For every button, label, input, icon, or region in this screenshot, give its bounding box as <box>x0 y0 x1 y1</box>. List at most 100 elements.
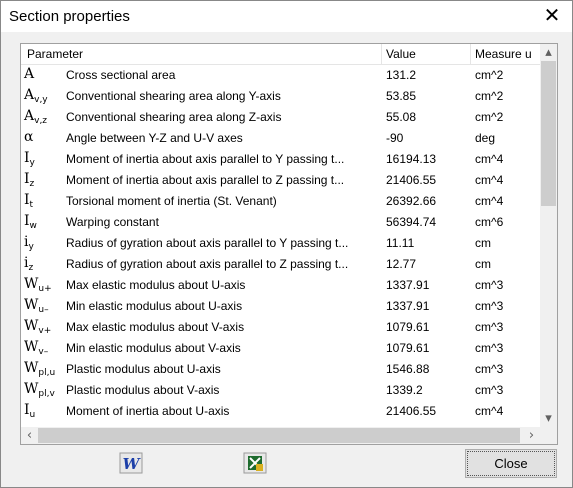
parameter-value: 131.2 <box>386 68 417 82</box>
table-row[interactable]: Iz Moment of inertia about axis parallel … <box>21 170 540 191</box>
parameter-description: Conventional shearing area along Z-axis <box>66 110 282 124</box>
parameter-symbol: Av,z <box>24 108 48 126</box>
parameter-symbol: Iz <box>24 171 35 189</box>
table-row[interactable]: α Angle between Y-Z and U-V axes -90 deg <box>21 128 540 149</box>
parameter-description: Warping constant <box>66 215 159 229</box>
parameter-description: Min elastic modulus about V-axis <box>66 341 241 355</box>
measure-unit: cm^2 <box>475 89 504 103</box>
parameter-value: 56394.74 <box>386 215 437 229</box>
measure-unit: cm^4 <box>475 152 504 166</box>
parameter-symbol: Av,y <box>24 87 48 105</box>
parameter-description: Angle between Y-Z and U-V axes <box>66 131 243 145</box>
measure-unit: cm^3 <box>475 320 504 334</box>
table-body: A Cross sectional area 131.2 cm^2 Av,y Conven… <box>21 65 540 427</box>
parameter-symbol: Wv+ <box>24 318 52 336</box>
parameter-symbol: Wu– <box>24 297 49 315</box>
parameter-value: 53.85 <box>386 89 417 103</box>
parameter-value: 16194.13 <box>386 152 437 166</box>
parameter-symbol: α <box>24 129 34 145</box>
table-row[interactable]: Wpl,u Plastic modulus about U-axis 1546.88… <box>21 359 540 380</box>
vertical-scrollbar[interactable]: ▴ ▾ <box>540 44 557 427</box>
measure-unit: cm^4 <box>475 194 504 208</box>
parameter-symbol: It <box>24 192 34 210</box>
table-header: Parameter Value Measure u <box>21 44 540 65</box>
measure-unit: cm^6 <box>475 215 504 229</box>
table-row[interactable]: Wv– Min elastic modulus about V-axis 1079.… <box>21 338 540 359</box>
table-row[interactable]: Wu+ Max elastic modulus about U-axis 1337.… <box>21 275 540 296</box>
window-title: Section properties <box>9 8 130 25</box>
measure-unit: cm^4 <box>475 173 504 187</box>
table-row[interactable]: Wv+ Max elastic modulus about V-axis 1079.… <box>21 317 540 338</box>
table-row[interactable]: Wpl,v Plastic modulus about V-axis 1339.2 c… <box>21 380 540 401</box>
parameter-description: Radius of gyration about axis parallel t… <box>66 257 349 271</box>
dialog-body: Parameter Value Measure u A Cross section… <box>1 32 572 487</box>
parameter-description: Conventional shearing area along Y-axis <box>66 89 281 103</box>
measure-unit: cm^4 <box>475 404 504 418</box>
svg-text:W: W <box>123 455 142 473</box>
table-row[interactable]: Wu– Min elastic modulus about U-axis 1337.… <box>21 296 540 317</box>
measure-unit: cm^3 <box>475 362 504 376</box>
parameter-symbol: Iu <box>24 402 36 420</box>
parameter-description: Max elastic modulus about V-axis <box>66 320 245 334</box>
column-divider[interactable] <box>381 44 382 64</box>
excel-export-icon <box>243 452 267 474</box>
word-export-button[interactable]: W <box>119 452 143 474</box>
parameter-description: Moment of inertia about U-axis <box>66 404 230 418</box>
parameter-description: Torsional moment of inertia (St. Venant) <box>66 194 277 208</box>
parameter-description: Min elastic modulus about U-axis <box>66 299 243 313</box>
scroll-left-icon[interactable]: ‹ <box>21 427 38 444</box>
table-row[interactable]: Av,y Conventional shearing area along Y-a… <box>21 86 540 107</box>
measure-unit: cm^3 <box>475 299 504 313</box>
scroll-up-icon[interactable]: ▴ <box>540 44 557 61</box>
column-header-value[interactable]: Value <box>386 44 466 64</box>
parameter-symbol: iz <box>24 255 34 273</box>
parameter-symbol: Iy <box>24 150 35 168</box>
parameter-description: Cross sectional area <box>66 68 176 82</box>
parameter-value: -90 <box>386 131 404 145</box>
column-divider[interactable] <box>470 44 471 64</box>
table-row[interactable]: iz Radius of gyration about axis parallel… <box>21 254 540 275</box>
word-export-icon: W <box>119 452 143 474</box>
section-properties-dialog: Section properties ✕ Parameter Value Mea… <box>0 0 573 488</box>
measure-unit: cm^3 <box>475 341 504 355</box>
parameter-description: Max elastic modulus about U-axis <box>66 278 246 292</box>
table-row[interactable]: It Torsional moment of inertia (St. Venan… <box>21 191 540 212</box>
close-icon[interactable]: ✕ <box>540 4 564 28</box>
parameter-value: 55.08 <box>386 110 417 124</box>
parameter-description: Plastic modulus about V-axis <box>66 383 220 397</box>
column-header-parameter[interactable]: Parameter <box>27 44 377 64</box>
measure-unit: cm^3 <box>475 383 504 397</box>
parameter-value: 11.11 <box>386 236 415 250</box>
measure-unit: cm^2 <box>475 68 504 82</box>
measure-unit: cm^3 <box>475 278 504 292</box>
scrollbar-corner <box>540 427 557 444</box>
close-button[interactable]: Close <box>465 449 557 478</box>
vertical-scroll-thumb[interactable] <box>541 61 556 206</box>
measure-unit: cm^2 <box>475 110 504 124</box>
measure-unit: cm <box>475 236 491 250</box>
table-row[interactable]: A Cross sectional area 131.2 cm^2 <box>21 65 540 86</box>
parameter-value: 21406.55 <box>386 173 437 187</box>
horizontal-scroll-thumb[interactable] <box>38 428 520 443</box>
horizontal-scrollbar[interactable]: ‹ › <box>21 427 540 444</box>
table-row[interactable]: Iw Warping constant 56394.74 cm^6 <box>21 212 540 233</box>
parameter-value: 26392.66 <box>386 194 437 208</box>
table-row[interactable]: Iu Moment of inertia about U-axis 21406.55… <box>21 401 540 422</box>
excel-export-button[interactable] <box>243 452 267 474</box>
measure-unit: cm <box>475 257 491 271</box>
scroll-right-icon[interactable]: › <box>523 427 540 444</box>
parameter-symbol: Iw <box>24 213 37 231</box>
table-row[interactable]: iy Radius of gyration about axis parallel… <box>21 233 540 254</box>
parameter-description: Moment of inertia about axis parallel to… <box>66 173 345 187</box>
parameter-symbol: A <box>24 66 35 82</box>
column-header-measure-unit[interactable]: Measure u <box>475 44 539 64</box>
parameter-value: 12.77 <box>386 257 417 271</box>
parameter-value: 1337.91 <box>386 278 430 292</box>
parameter-value: 21406.55 <box>386 404 437 418</box>
parameter-symbol: Wpl,u <box>24 360 56 378</box>
table-row[interactable]: Iy Moment of inertia about axis parallel … <box>21 149 540 170</box>
table-row[interactable]: Av,z Conventional shearing area along Z-a… <box>21 107 540 128</box>
scroll-down-icon[interactable]: ▾ <box>540 410 557 427</box>
parameter-symbol: Wpl,v <box>24 381 55 399</box>
parameter-value: 1546.88 <box>386 362 430 376</box>
